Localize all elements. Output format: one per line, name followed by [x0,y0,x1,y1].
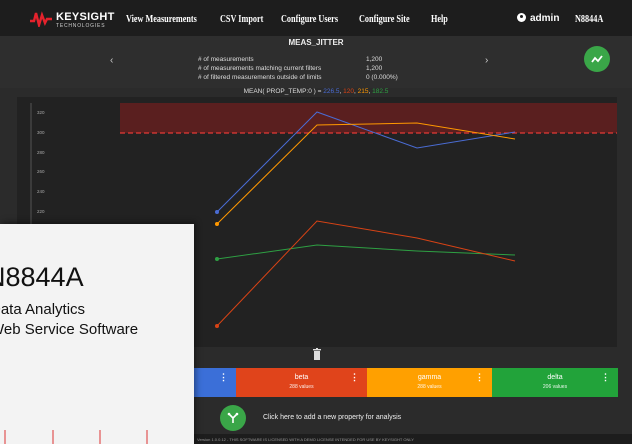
series-line-beta [216,220,516,327]
add-property-text[interactable]: Click here to add a new property for ana… [263,414,401,421]
series-point-beta[interactable] [215,324,219,328]
instrument-model[interactable]: N8844A [575,14,603,25]
brand-name: KEYSIGHT [56,11,115,23]
keysight-wave-icon [30,11,52,27]
mean-value-delta: 182.5 [372,88,389,95]
trend-button[interactable] [584,46,610,72]
splash-tick-marks [4,430,148,444]
stat-value-outside: 0 (0.000%) [366,74,398,81]
y-tick-label: 220 [37,209,45,214]
user-name: admin [530,13,560,24]
property-gamma[interactable]: gamma 288 values ⋮ [367,368,492,397]
stat-value-matching: 1,200 [366,65,383,72]
series-line-delta [216,244,516,260]
nav-configure-site[interactable]: Configure Site [359,14,410,25]
y-tick-label: 240 [37,189,45,194]
footer-text: Version 1.0.0.12 - THIS SOFTWARE IS LICE… [197,437,414,442]
more-vert-icon[interactable]: ⋮ [475,372,484,383]
property-name: gamma [417,374,442,381]
trash-icon[interactable] [312,348,322,360]
nav-configure-users[interactable]: Configure Users [281,14,338,25]
property-count: 206 values [542,384,568,390]
more-vert-icon[interactable]: ⋮ [601,372,610,383]
fork-icon [227,412,239,423]
mean-value-beta: 120 [343,88,355,95]
trend-icon [591,55,603,63]
chevron-right-icon[interactable]: › [485,55,488,66]
keysight-logo[interactable]: KEYSIGHT TECHNOLOGIES [30,9,115,31]
property-count: 288 values [417,384,442,390]
add-property-button[interactable] [220,405,246,431]
y-tick-label: 300 [37,130,45,135]
mean-value-alpha: 226.5 [323,88,340,95]
brand-sub: TECHNOLOGIES [56,23,106,29]
more-vert-icon[interactable]: ⋮ [219,372,228,383]
stat-value-total: 1,200 [366,56,383,63]
mean-prefix: MEAN( PROP_TEMP:0 ) = [243,88,324,95]
y-tick-label: 260 [37,169,45,174]
y-tick-label: 320 [37,110,45,115]
user-icon [517,13,526,22]
series-point-delta[interactable] [215,257,219,261]
limit-band [120,103,617,133]
nav-help[interactable]: Help [431,14,448,25]
nav-view-measurements[interactable]: View Measurements [126,14,197,25]
stat-label-outside: # of filtered measurements outside of li… [198,74,322,81]
property-count: 288 values [289,384,314,390]
nav-csv-import[interactable]: CSV Import [220,14,263,25]
property-beta[interactable]: beta 288 values ⋮ [236,368,367,397]
chevron-left-icon[interactable]: ‹ [110,55,113,66]
splash-line-2: Web Service Software [0,321,139,338]
property-delta[interactable]: delta 206 values ⋮ [492,368,618,397]
series-point-alpha[interactable] [215,210,219,214]
user-menu[interactable]: admin [517,13,559,24]
property-alpha[interactable]: ⋮ [193,368,236,397]
property-name: beta [294,374,309,381]
splash-line-1: Data Analytics [0,301,86,318]
stat-label-total: # of measurements [198,56,254,63]
product-splash-window[interactable]: N8844A Data Analytics Web Service Softwa… [0,224,194,444]
mean-value-gamma: 215 [357,88,369,95]
stat-label-matching: # of measurements matching current filte… [198,65,322,72]
series-line-gamma [216,122,516,225]
property-bar: ⋮ beta 288 values ⋮ gamma 288 values ⋮ d… [193,368,618,397]
y-tick-label: 280 [37,150,45,155]
more-vert-icon[interactable]: ⋮ [350,372,359,383]
series-point-gamma[interactable] [215,222,219,226]
mean-summary: MEAN( PROP_TEMP:0 ) = 226.5, 120, 215, 1… [243,88,389,95]
property-name: delta [547,374,563,381]
measurement-title: MEAS_JITTER [288,38,344,47]
y-tick-labels: 320 300 280 260 240 220 [37,110,45,214]
splash-model: N8844A [0,262,84,292]
